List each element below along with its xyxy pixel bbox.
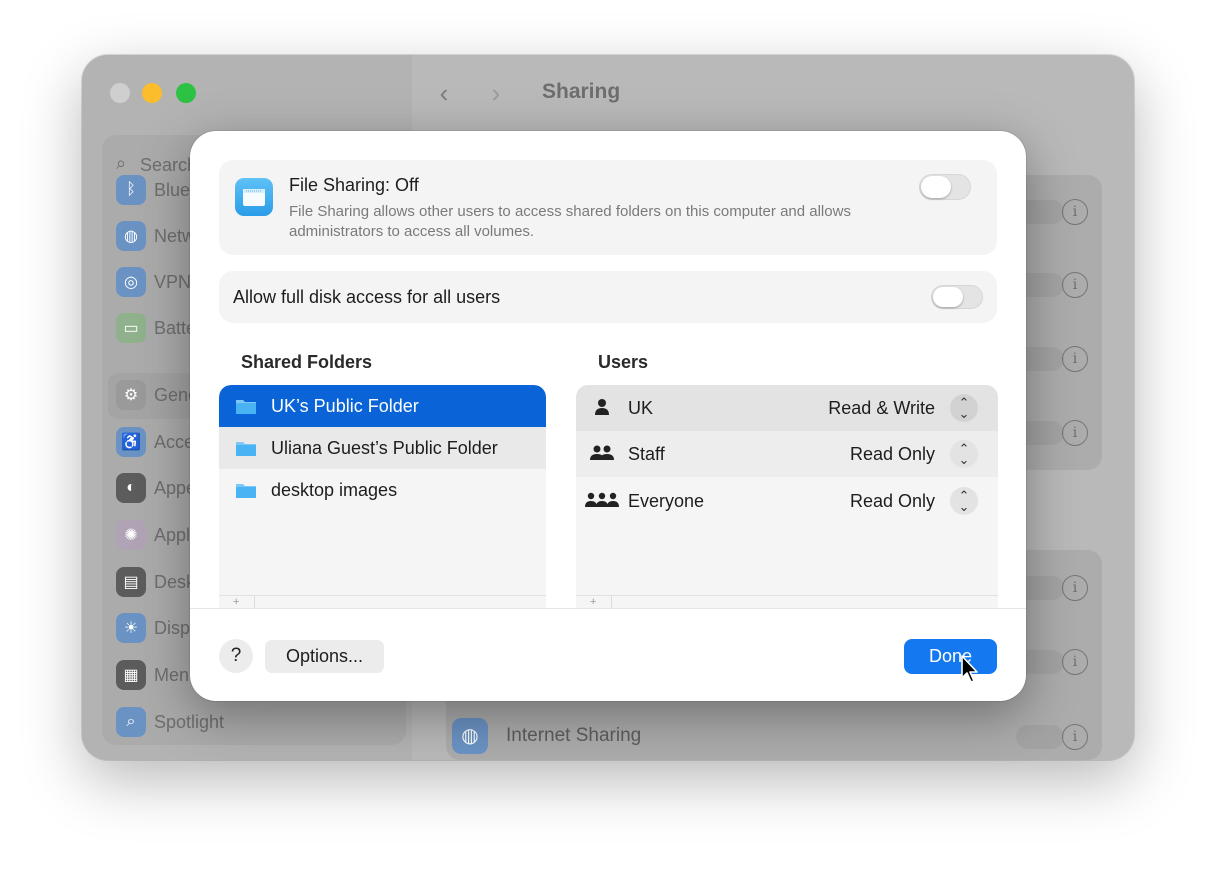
users-list-toolbar: + [576,595,998,608]
add-user-button[interactable]: + [590,596,596,608]
toggle-knob [921,176,951,198]
file-sharing-toggle[interactable] [919,174,971,200]
spotlight-icon: ⌕ [116,707,146,737]
permission-stepper[interactable]: ⌃ ⌄ [950,394,978,422]
permission-stepper[interactable]: ⌃ ⌄ [950,487,978,515]
chevron-down-icon: ⌄ [958,406,970,421]
toolbar-divider [254,596,255,608]
info-icon[interactable]: i [1062,346,1088,372]
folders-list-toolbar: + [219,595,546,608]
chevron-down-icon: ⌄ [958,452,970,467]
desktop-icon: ▤ [116,567,146,597]
full-disk-access-toggle[interactable] [931,285,983,309]
bluetooth-icon: ᛒ [116,175,146,205]
folder-label: Uliana Guest’s Public Folder [271,438,498,458]
file-sharing-sheet: File Sharing: Off File Sharing allows ot… [190,131,1026,701]
menu-bar-icon: ▦ [116,660,146,690]
file-sharing-title: File Sharing: Off [289,175,419,195]
internet-sharing-toggle[interactable] [1016,725,1064,749]
globe-icon: ◍ [116,221,146,251]
back-button[interactable]: ‹ [418,70,470,118]
file-sharing-folder-icon [235,178,273,216]
file-sharing-description: File Sharing allows other users to acces… [289,203,851,240]
users-list: UK Read & Write ⌃ ⌄ Staff Read Only ⌃ ⌄ Ev… [576,385,998,608]
help-button[interactable]: ? [219,639,253,673]
close-window-button[interactable] [110,83,130,103]
done-button[interactable]: Done [904,639,997,674]
everyone-icon [584,491,620,514]
folder-row-desktop-images[interactable]: desktop images [219,469,546,511]
folder-label: desktop images [271,480,398,500]
globe-icon: ◍ [452,718,488,754]
folder-icon [236,484,256,498]
appearance-icon: ◐ [116,473,146,503]
info-icon[interactable]: i [1062,575,1088,601]
vpn-icon: ◎ [116,267,146,297]
user-permission: Read Only [849,491,935,511]
folder-label: UK’s Public Folder [271,396,419,416]
apple-intelligence-icon: ✺ [116,520,146,550]
toolbar-divider [611,596,612,608]
info-icon[interactable]: i [1062,724,1088,750]
displays-icon: ☀ [116,613,146,643]
permission-stepper[interactable]: ⌃ ⌄ [950,440,978,468]
full-disk-access-panel: Allow full disk access for all users [219,271,997,323]
shared-folders-title: Shared Folders [241,352,373,372]
folder-icon [236,442,256,456]
user-row-everyone[interactable]: Everyone Read Only ⌃ ⌄ [576,478,998,524]
info-icon[interactable]: i [1062,420,1088,446]
folder-row-uk-public[interactable]: UK’s Public Folder [219,385,546,427]
minimize-window-button[interactable] [142,83,162,103]
user-permission: Read Only [849,444,935,464]
forward-button[interactable]: › [470,70,522,118]
folder-icon [236,400,256,414]
gear-icon: ⚙ [116,380,146,410]
chevron-down-icon: ⌄ [958,499,970,514]
users-title: Users [598,352,649,372]
folder-row-uliana-guest[interactable]: Uliana Guest’s Public Folder [219,427,546,469]
user-row-staff[interactable]: Staff Read Only ⌃ ⌄ [576,431,998,477]
add-folder-button[interactable]: + [233,596,239,608]
info-icon[interactable]: i [1062,199,1088,225]
battery-icon: ▭ [116,313,146,343]
info-icon[interactable]: i [1062,272,1088,298]
sidebar-item-spotlight[interactable]: ⌕ Spotlight [116,705,396,741]
user-name: Everyone [628,491,705,511]
internet-sharing-label: Internet Sharing [506,725,642,746]
accessibility-icon: ♿ [116,427,146,457]
info-icon[interactable]: i [1062,649,1088,675]
full-disk-access-label: Allow full disk access for all users [233,287,501,307]
person-icon [594,398,610,421]
options-button[interactable]: Options... [265,640,384,673]
user-row-uk[interactable]: UK Read & Write ⌃ ⌄ [576,385,998,431]
toggle-knob [933,287,963,307]
window-title: Sharing [542,80,621,103]
shared-folders-list: UK’s Public Folder Uliana Guest’s Public… [219,385,546,608]
search-icon: ⌕ [116,153,127,173]
zoom-window-button[interactable] [176,83,196,103]
user-name: Staff [628,444,665,464]
file-sharing-panel: File Sharing: Off File Sharing allows ot… [219,160,997,255]
footer-divider [190,608,1026,609]
user-name: UK [628,398,654,418]
group-icon [589,444,615,467]
mouse-cursor-icon [961,655,978,683]
user-permission: Read & Write [828,398,935,418]
